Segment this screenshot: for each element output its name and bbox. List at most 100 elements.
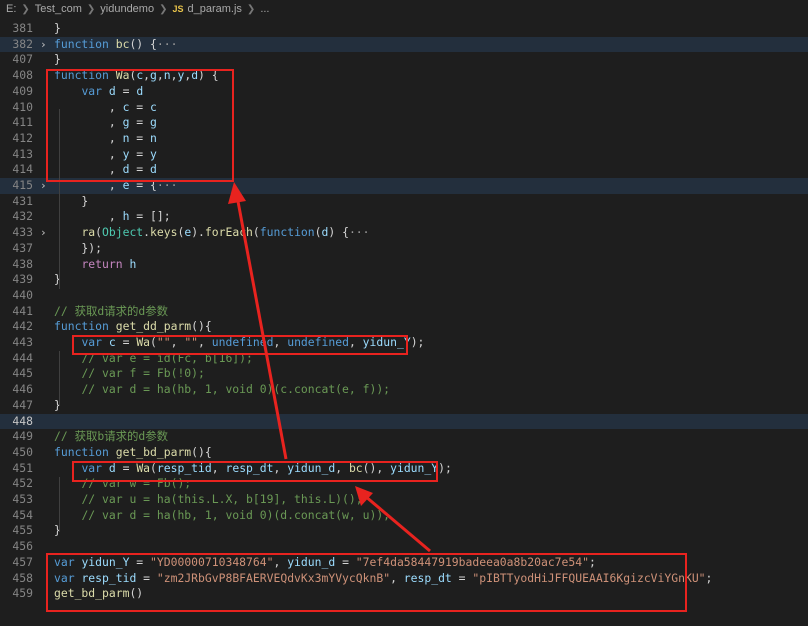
- code-token: ) {: [328, 225, 349, 240]
- code-text: }: [54, 52, 61, 68]
- code-token: // 获取d请求的d参数: [54, 303, 169, 318]
- code-line[interactable]: 447}: [0, 398, 808, 414]
- code-line[interactable]: 431 }: [0, 194, 808, 210]
- line-number: 452: [12, 476, 33, 491]
- annotation-box-params: [46, 553, 687, 612]
- code-token: get_dd_parm: [115, 319, 192, 334]
- code-line[interactable]: 437 });: [0, 241, 808, 257]
- line-number: 413: [12, 146, 33, 161]
- line-number: 410: [12, 99, 33, 114]
- code-line[interactable]: 445 // var f = Fb(!0);: [0, 366, 808, 382]
- code-line[interactable]: 455}: [0, 523, 808, 539]
- annotation-box-get-bd-call: [72, 461, 438, 482]
- code-line[interactable]: 446 // var d = ha(hb, 1, void 0)(c.conca…: [0, 382, 808, 398]
- code-line[interactable]: 454 // var d = ha(hb, 1, void 0)(d.conca…: [0, 508, 808, 524]
- code-token: return: [81, 256, 130, 271]
- chevron-right-icon[interactable]: ›: [40, 37, 47, 53]
- code-token: bc: [115, 36, 130, 51]
- code-line[interactable]: 381}: [0, 21, 808, 37]
- line-number: 441: [12, 303, 33, 318]
- breadcrumb-separator-icon: ❯: [21, 3, 30, 15]
- annotation-box-wa-function: [46, 69, 234, 182]
- line-number: 447: [12, 397, 33, 412]
- code-line[interactable]: 453 // var u = ha(this.L.X, b[19], this.…: [0, 492, 808, 508]
- line-number: 439: [12, 272, 33, 287]
- code-line[interactable]: 439}: [0, 272, 808, 288]
- breadcrumb-separator-icon: ❯: [246, 3, 256, 15]
- breadcrumb-file[interactable]: d_param.js: [188, 3, 242, 15]
- line-number: 453: [12, 492, 33, 506]
- line-number: 433: [12, 225, 33, 240]
- code-token: }: [54, 21, 61, 35]
- line-number: 382: [12, 36, 33, 51]
- code-token: = [];: [129, 209, 171, 224]
- code-token: // var d = ha(hb, 1, void 0)(d.concat(w,…: [81, 507, 391, 522]
- code-text: function get_dd_parm(){: [54, 319, 212, 335]
- code-line[interactable]: 382 › function bc() {···: [0, 36, 808, 53]
- code-token: });: [54, 240, 103, 255]
- line-number: 408: [12, 68, 33, 83]
- line-number: 431: [12, 193, 33, 208]
- code-line[interactable]: 448: [0, 413, 808, 430]
- code-token: ···: [348, 225, 370, 240]
- line-number: 450: [12, 444, 33, 459]
- breadcrumb: E: ❯ Test_com ❯ yidundemo ❯ JS d_param.j…: [0, 0, 808, 18]
- code-line[interactable]: 449 // 获取b请求的d参数: [0, 429, 808, 445]
- line-number: 437: [12, 240, 33, 255]
- code-text: // 获取b请求的d参数: [54, 429, 168, 445]
- line-number: 458: [12, 570, 33, 585]
- code-token: ···: [156, 36, 178, 51]
- code-token: function: [54, 319, 116, 334]
- code-line[interactable]: 442 function get_dd_parm(){: [0, 319, 808, 335]
- code-line[interactable]: 441 // 获取d请求的d参数: [0, 304, 808, 320]
- breadcrumb-more[interactable]: ...: [260, 3, 269, 15]
- line-number: 446: [12, 382, 33, 397]
- breadcrumb-folder-test-com[interactable]: Test_com: [35, 3, 82, 15]
- line-number: 411: [12, 115, 33, 130]
- code-line[interactable]: 438 return h: [0, 257, 808, 273]
- code-line[interactable]: 407}: [0, 52, 808, 68]
- line-number: 451: [12, 460, 33, 475]
- line-number: 407: [12, 52, 33, 67]
- code-token: Object: [102, 225, 144, 240]
- code-token: );: [438, 460, 452, 475]
- line-number: 459: [12, 586, 33, 601]
- code-token: (: [252, 225, 260, 240]
- breadcrumb-folder-yidundemo[interactable]: yidundemo: [100, 3, 154, 15]
- code-line[interactable]: 440: [0, 288, 808, 304]
- chevron-right-icon[interactable]: ›: [40, 225, 47, 241]
- line-number: 381: [12, 21, 33, 35]
- code-token: // var u = ha(this.L.X, b[19], this.L)()…: [81, 492, 363, 506]
- code-token: ;: [705, 570, 713, 585]
- code-text: });: [54, 241, 102, 257]
- code-token: ).: [191, 225, 205, 240]
- code-text: // var u = ha(this.L.X, b[19], this.L)()…: [54, 492, 363, 508]
- code-token: // var f = Fb(!0);: [81, 366, 205, 381]
- code-token: ,: [54, 209, 123, 224]
- code-token: // var d = ha(hb, 1, void 0)(c.concat(e,…: [81, 382, 391, 397]
- code-token: // 获取b请求的d参数: [54, 429, 169, 444]
- code-text: return h: [54, 257, 136, 273]
- code-token: (){: [191, 444, 212, 459]
- code-text: // var d = ha(hb, 1, void 0)(c.concat(e,…: [54, 382, 390, 398]
- code-token: );: [410, 335, 425, 349]
- code-token: h: [129, 256, 137, 271]
- breadcrumb-drive[interactable]: E:: [6, 3, 16, 15]
- line-number: 455: [12, 523, 33, 538]
- line-number: 409: [12, 83, 33, 98]
- code-token: get_bd_parm: [115, 444, 192, 459]
- code-text: }: [54, 21, 61, 37]
- code-line[interactable]: 433 › ra(Object.keys(e).forEach(function(…: [0, 225, 808, 241]
- javascript-file-icon: JS: [172, 4, 184, 14]
- line-number: 456: [12, 539, 33, 554]
- code-token: function: [259, 225, 315, 240]
- code-token: (){: [191, 319, 212, 334]
- code-text: // var f = Fb(!0);: [54, 366, 205, 382]
- code-line[interactable]: 432 , h = [];: [0, 209, 808, 225]
- code-text: function get_bd_parm(){: [54, 445, 212, 461]
- code-token: }: [54, 52, 61, 67]
- annotation-box-get-dd-call: [72, 335, 408, 355]
- code-text: ra(Object.keys(e).forEach(function(d) {·…: [54, 225, 370, 241]
- code-line[interactable]: 450 function get_bd_parm(){: [0, 445, 808, 461]
- code-text: // var d = ha(hb, 1, void 0)(d.concat(w,…: [54, 508, 390, 524]
